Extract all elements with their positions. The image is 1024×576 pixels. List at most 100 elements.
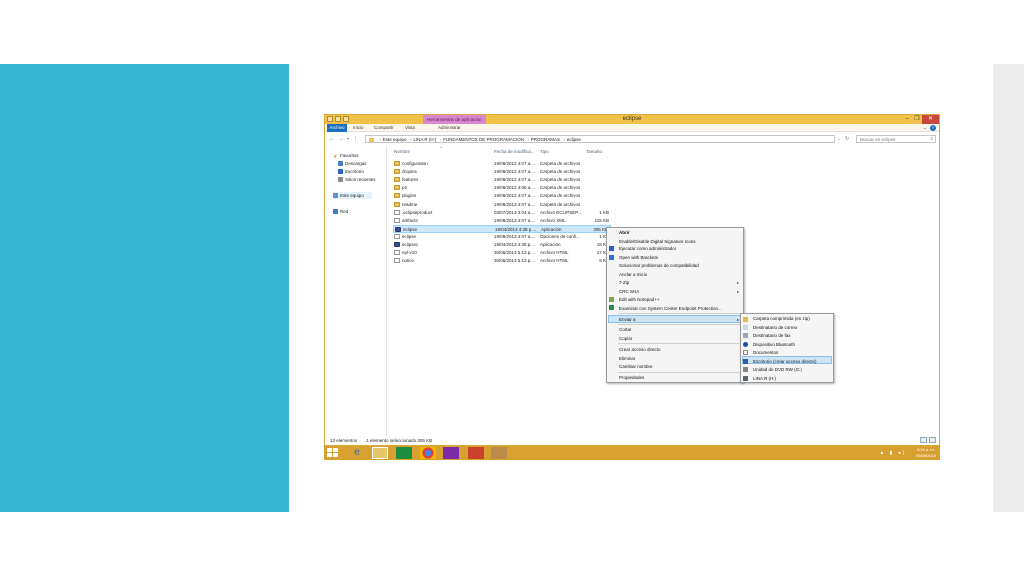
file-row[interactable]: configuration 19/09/2013 4:07 a.... Carpet… bbox=[393, 160, 611, 168]
endpoint-protection-icon bbox=[609, 305, 614, 310]
minimize-button[interactable]: – bbox=[902, 115, 912, 124]
tab-vista[interactable]: Vista bbox=[405, 124, 415, 132]
menu-ejecutar-como-administrador[interactable]: Ejecutar como administrador bbox=[619, 245, 676, 252]
file-row[interactable]: eclipsec 19/04/2013 4:38 p.... Aplicación 1… bbox=[393, 241, 611, 249]
clock[interactable]: 8:24 a. m. 05/08/2016 bbox=[916, 447, 936, 459]
tab-archivo[interactable]: Archivo bbox=[327, 124, 347, 132]
menu-digital-signature-icons[interactable]: Enable/Disable Digital Signature Icons bbox=[619, 238, 696, 245]
menu-examinar-endpoint[interactable]: Examinar con System Center Endpoint Prot… bbox=[619, 305, 722, 312]
large-icons-view-icon[interactable] bbox=[929, 437, 936, 443]
internet-explorer-icon[interactable]: e bbox=[349, 447, 365, 459]
search-icon[interactable]: ⌕ bbox=[930, 136, 933, 143]
zip-folder-icon bbox=[743, 317, 748, 322]
column-header-date[interactable]: Fecha de modifica... bbox=[494, 149, 535, 155]
chrome-icon[interactable] bbox=[420, 447, 436, 459]
file-date: 19/09/2013 4:07 a.... bbox=[494, 217, 536, 223]
slide-canvas: Herramientas de aplicación eclipse – ❐ ✕… bbox=[0, 0, 1024, 576]
excel-icon[interactable] bbox=[396, 447, 412, 459]
file-row[interactable]: artifacts 19/09/2013 4:07 a.... Archivo XM… bbox=[393, 217, 611, 225]
menu-open-with-brackets[interactable]: Open with Brackets bbox=[619, 254, 658, 261]
nav-favoritos[interactable]: ★ Favoritos bbox=[333, 152, 359, 160]
application-icon bbox=[395, 226, 401, 232]
file-row[interactable]: features 19/09/2013 4:07 a.... Carpeta de … bbox=[393, 176, 611, 184]
help-icon[interactable]: ? bbox=[930, 125, 936, 131]
search-input[interactable]: Buscar en eclipse ⌕ bbox=[856, 135, 936, 143]
file-row[interactable]: epl-v10 30/06/2013 5:13 p.... Archivo HTML… bbox=[393, 249, 611, 257]
powerpoint-icon[interactable] bbox=[468, 447, 484, 459]
back-arrow-icon[interactable]: ← bbox=[329, 135, 335, 143]
up-arrow-icon[interactable]: ↑ bbox=[354, 135, 357, 143]
maximize-button[interactable]: ❐ bbox=[912, 115, 922, 124]
address-bar[interactable]: › Este equipo › LINA R (H:) › FUNDAMENTOS D… bbox=[365, 135, 835, 143]
column-header-type[interactable]: Tipo bbox=[540, 149, 549, 155]
sendto-destinatario-fax[interactable]: Destinatario de fax bbox=[753, 332, 791, 339]
breadcrumb-programas[interactable]: PROGRAMAS bbox=[531, 137, 560, 142]
expand-ribbon-icon[interactable]: ⌄ bbox=[923, 124, 927, 132]
menu-solucionar-compatibilidad[interactable]: Solucionar problemas de compatibilidad bbox=[619, 262, 699, 269]
refresh-icon[interactable]: ↻ bbox=[845, 135, 849, 143]
downloads-icon bbox=[338, 161, 343, 166]
nav-este-equipo[interactable]: Este equipo bbox=[333, 192, 372, 199]
menu-abrir[interactable]: Abrir bbox=[619, 229, 630, 236]
close-button[interactable]: ✕ bbox=[922, 115, 939, 124]
breadcrumb-fundamentos[interactable]: FUNDAMENTOS DE PROGRAMACION bbox=[443, 137, 524, 142]
file-row[interactable]: p2 19/09/2013 4:06 a.... Carpeta de archiv… bbox=[393, 184, 611, 192]
file-row[interactable]: plugins 19/09/2013 4:07 a.... Carpeta de a… bbox=[393, 192, 611, 200]
menu-crc-sha[interactable]: CRC SHA bbox=[619, 288, 639, 295]
file-row[interactable]: readme 19/09/2013 4:07 a.... Carpeta de ar… bbox=[393, 201, 611, 209]
documents-icon bbox=[743, 350, 748, 355]
details-view-icon[interactable] bbox=[920, 437, 927, 443]
column-header-name[interactable]: Nombre bbox=[394, 149, 410, 155]
bluetooth-icon bbox=[743, 342, 748, 347]
search-app-icon[interactable] bbox=[443, 447, 459, 459]
sendto-documentos[interactable]: Documentos bbox=[753, 349, 778, 356]
nav-sitios-recientes[interactable]: Sitios recientes bbox=[338, 176, 376, 183]
brackets-icon bbox=[609, 255, 614, 260]
menu-eliminar[interactable]: Eliminar bbox=[619, 355, 635, 362]
history-dropdown-icon[interactable]: ▾ bbox=[347, 135, 349, 143]
file-row[interactable]: eclipse 19/04/2013 4:38 p.... Aplicación 30… bbox=[393, 224, 611, 233]
file-row[interactable]: .eclipseproduct 03/07/2013 3:04 a.... Arch… bbox=[393, 209, 611, 217]
menu-enviar-a[interactable]: Enviar a bbox=[619, 316, 636, 323]
folder-icon bbox=[394, 193, 400, 199]
file-type: Archivo HTML bbox=[540, 258, 569, 264]
menu-copiar[interactable]: Copiar bbox=[619, 335, 632, 342]
breadcrumb-este-equipo[interactable]: Este equipo bbox=[383, 137, 407, 142]
sendto-escritorio[interactable]: Escritorio (crear acceso directo) bbox=[753, 358, 817, 365]
forward-arrow-icon[interactable]: → bbox=[338, 135, 344, 143]
menu-cortar[interactable]: Cortar bbox=[619, 326, 632, 333]
sendto-carpeta-comprimida[interactable]: Carpeta comprimida (en zip) bbox=[753, 315, 810, 322]
file-row[interactable]: eclipse 19/09/2013 4:07 a.... Opciones de … bbox=[393, 233, 611, 241]
menu-crear-acceso-directo[interactable]: Crear acceso directo bbox=[619, 346, 661, 353]
sendto-bluetooth[interactable]: Dispositivo Bluetooth bbox=[753, 341, 795, 348]
nav-escritorio[interactable]: Escritorio bbox=[338, 168, 364, 175]
nav-red[interactable]: Red bbox=[333, 208, 348, 215]
tab-inicio[interactable]: Inicio bbox=[353, 124, 364, 132]
menu-7zip[interactable]: 7-Zip bbox=[619, 279, 629, 286]
system-tray-icons[interactable]: ▲ ▮ ◂) bbox=[879, 450, 906, 456]
tab-administrar[interactable]: Administrar bbox=[438, 124, 461, 132]
nav-descargas[interactable]: Descargas bbox=[338, 160, 367, 167]
paint-icon[interactable] bbox=[491, 447, 507, 459]
menu-edit-with-notepadpp[interactable]: Edit with Notepad++ bbox=[619, 296, 660, 303]
sendto-destinatario-correo[interactable]: Destinatario de correo bbox=[753, 324, 797, 331]
menu-anclar-a-inicio[interactable]: Anclar a Inicio bbox=[619, 271, 647, 278]
windows-start-icon[interactable] bbox=[327, 448, 338, 458]
file-row[interactable]: dropins 19/09/2013 4:07 a.... Carpeta de a… bbox=[393, 168, 611, 176]
file-explorer-icon[interactable] bbox=[372, 447, 388, 459]
breadcrumb-eclipse[interactable]: eclipse bbox=[567, 137, 581, 142]
address-dropdown-icon[interactable]: ⌄ bbox=[837, 135, 840, 143]
menu-propiedades[interactable]: Propiedades bbox=[619, 374, 644, 381]
file-name: notice bbox=[394, 257, 414, 265]
breadcrumb-lina-r[interactable]: LINA R (H:) bbox=[413, 137, 436, 142]
file-date: 30/06/2013 5:13 p.... bbox=[494, 250, 536, 256]
sendto-unidad-dvd[interactable]: Unidad de DVD RW (G:) bbox=[753, 366, 802, 373]
sendto-lina-r[interactable]: LINA R (H:) bbox=[753, 375, 776, 382]
file-date: 19/09/2013 4:07 a.... bbox=[494, 177, 536, 183]
tab-compartir[interactable]: Compartir bbox=[374, 124, 394, 132]
ribbon-tabs: Archivo Inicio Compartir Vista Administr… bbox=[325, 124, 939, 132]
column-header-size[interactable]: Tamaño bbox=[586, 149, 602, 155]
file-row[interactable]: notice 30/06/2013 5:13 p.... Archivo HTML 9… bbox=[393, 257, 611, 265]
context-menu: Abrir Enable/Disable Digital Signature I… bbox=[606, 227, 744, 383]
menu-cambiar-nombre[interactable]: Cambiar nombre bbox=[619, 363, 653, 370]
